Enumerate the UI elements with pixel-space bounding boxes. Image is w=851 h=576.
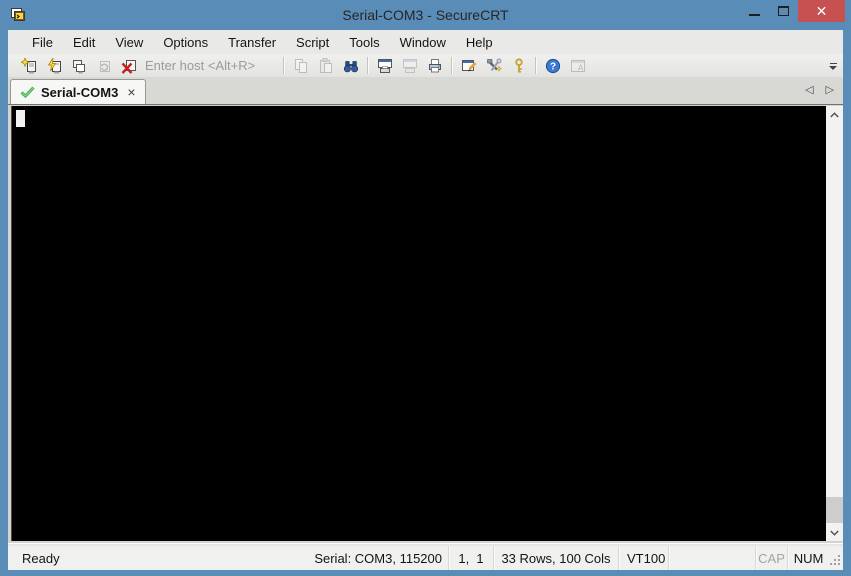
terminal-cursor [16,110,25,127]
connected-check-icon [20,86,35,98]
menu-transfer[interactable]: Transfer [218,31,286,54]
caption-buttons: ✕ [740,0,845,22]
session-options-button[interactable] [456,55,481,77]
keymap-editor-button[interactable] [506,55,531,77]
toolbar: ? A [8,54,843,78]
print-screen-button[interactable] [372,55,397,77]
connect-button[interactable] [16,55,41,77]
statusbar: Ready Serial: COM3, 115200 1, 1 33 Rows,… [8,546,843,570]
menu-edit[interactable]: Edit [63,31,105,54]
terminal-screen[interactable] [11,106,826,541]
menu-window[interactable]: Window [390,31,456,54]
toolbar-overflow-button[interactable] [826,57,840,75]
status-caps-lock-indicator: CAP [756,546,788,570]
paste-icon [319,57,332,73]
disconnect-icon [121,59,136,74]
copy-button[interactable] [288,55,313,77]
menu-file[interactable]: File [22,31,63,54]
menu-view[interactable]: View [105,31,153,54]
quick-connect-button[interactable] [41,55,66,77]
status-ready: Ready [22,550,60,566]
menu-options[interactable]: Options [153,31,218,54]
copy-icon [294,58,307,73]
status-serial-info: Serial: COM3, 115200 [307,546,449,570]
status-empty-segment [669,546,756,570]
host-input[interactable] [145,56,273,75]
toolbar-separator [451,57,452,74]
maximize-button[interactable] [769,0,798,22]
app-window: Serial-COM3 - SecureCRT ✕ File Edit View… [0,0,851,576]
tab-scroll-left-button[interactable]: ◁ [805,83,813,96]
reconnect-icon [99,60,110,72]
print-selection-button[interactable] [397,55,422,77]
command-window-icon: A [570,59,585,72]
connect-icon [20,57,36,73]
scroll-down-button[interactable] [826,524,843,541]
status-num-lock-indicator: NUM [793,550,824,566]
status-cursor-position: 1, 1 [449,546,494,570]
status-emulation: VT100 [619,546,669,570]
chevron-down-icon [830,530,839,536]
chevron-down-icon [829,65,837,70]
chevron-up-icon [830,111,839,117]
close-button[interactable]: ✕ [798,0,845,22]
find-icon [343,60,358,72]
close-icon: ✕ [815,2,828,19]
printer-icon [428,58,441,72]
print-selection-icon [402,58,417,73]
tab-close-button[interactable]: × [127,85,135,99]
terminal-area [8,104,843,543]
toolbar-separator [367,57,368,74]
overflow-dash-icon [829,62,837,64]
toolbar-separator [535,57,536,74]
print-button[interactable] [422,55,447,77]
svg-text:?: ? [549,61,555,72]
disconnect-button[interactable] [116,55,141,77]
global-options-button[interactable] [481,55,506,77]
maximize-icon [778,6,789,16]
reconnect-button[interactable] [91,55,116,77]
connect-in-tab-icon [72,59,85,73]
find-button[interactable] [338,55,363,77]
global-options-icon [486,58,502,72]
help-icon: ? [545,58,560,73]
menu-tools[interactable]: Tools [339,31,389,54]
status-terminal-size: 33 Rows, 100 Cols [494,546,619,570]
vertical-scrollbar [826,106,843,541]
quick-connect-icon [47,57,61,73]
menu-help[interactable]: Help [456,31,503,54]
print-screen-icon [377,58,392,73]
resize-grip[interactable] [829,546,843,570]
toolbar-separator [283,57,284,74]
menu-script[interactable]: Script [286,31,339,54]
svg-text:A: A [577,63,583,72]
connect-in-tab-button[interactable] [66,55,91,77]
titlebar[interactable]: Serial-COM3 - SecureCRT ✕ [0,0,851,30]
tabbar: Serial-COM3 × ◁ ▷ [8,78,843,104]
session-options-icon [461,59,477,71]
command-window-button[interactable]: A [565,55,590,77]
tab-serial-com3[interactable]: Serial-COM3 × [10,79,146,104]
minimize-icon [749,13,760,16]
window-title: Serial-COM3 - SecureCRT [342,7,509,23]
tab-scroll-right-button[interactable]: ▷ [826,83,834,96]
scrollbar-track[interactable] [826,123,843,524]
scroll-up-button[interactable] [826,106,843,123]
help-button[interactable]: ? [540,55,565,77]
paste-button[interactable] [313,55,338,77]
minimize-button[interactable] [740,0,769,22]
key-icon [514,57,523,73]
resize-grip-icon [838,555,840,557]
menubar: File Edit View Options Transfer Script T… [8,30,843,54]
tab-nav: ◁ ▷ [805,83,834,96]
scrollbar-thumb[interactable] [826,497,843,523]
tab-label: Serial-COM3 [41,84,119,100]
